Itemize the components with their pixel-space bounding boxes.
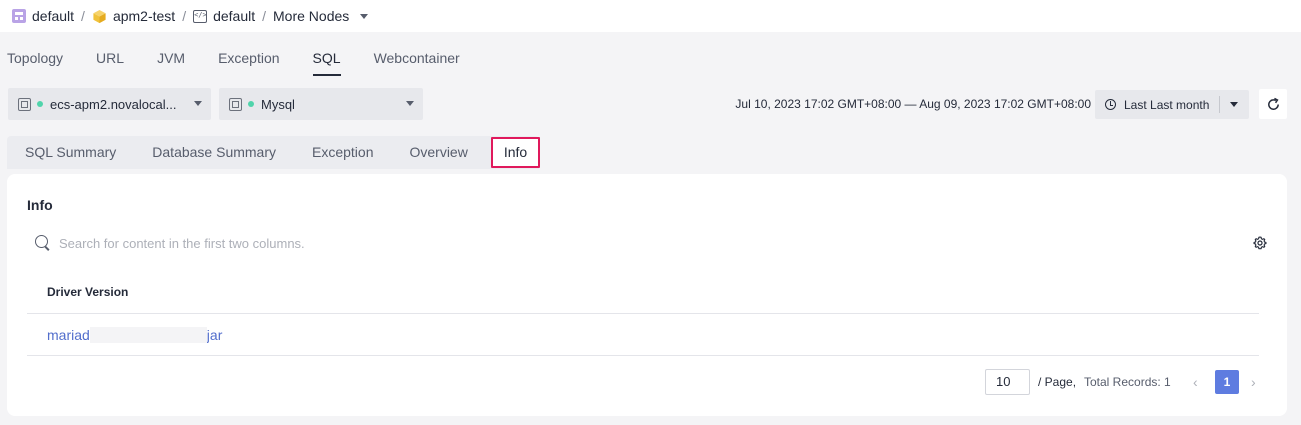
info-panel: Info Driver Version mariad jar 10 / Page,…: [7, 174, 1287, 416]
instance-select-value: ecs-apm2.novalocal...: [50, 96, 177, 112]
subtab-exception[interactable]: Exception: [294, 136, 391, 169]
clock-icon: [1105, 99, 1116, 110]
prev-page-icon[interactable]: ‹: [1193, 375, 1198, 389]
instance-icon: [18, 97, 31, 111]
database-select[interactable]: Mysql: [219, 88, 423, 120]
breadcrumb-component[interactable]: apm2-test: [92, 8, 175, 24]
subtab-overview[interactable]: Overview: [391, 136, 485, 169]
time-preset-label: Last Last month: [1124, 97, 1210, 112]
app-grid-icon: [12, 9, 26, 23]
code-window-icon: </>: [193, 9, 208, 23]
divider: [27, 313, 1259, 314]
breadcrumb-environment[interactable]: </> default: [193, 8, 255, 24]
chevron-down-icon: [406, 101, 414, 106]
subtab-info[interactable]: Info: [490, 137, 541, 168]
driver-version-end[interactable]: jar: [207, 327, 223, 343]
main-tabs: Topology URL JVM Exception SQL Webcontai…: [7, 50, 493, 76]
status-dot: [37, 101, 43, 107]
tab-sql[interactable]: SQL: [312, 50, 341, 76]
search-input[interactable]: [59, 232, 659, 254]
more-nodes-label[interactable]: More Nodes: [273, 8, 349, 24]
redaction-block: [90, 327, 207, 343]
gear-icon[interactable]: [1253, 236, 1267, 250]
breadcrumb-component-label[interactable]: apm2-test: [113, 8, 175, 24]
panel-title: Info: [27, 197, 53, 213]
database-icon: [229, 97, 242, 111]
next-page-icon[interactable]: ›: [1251, 375, 1256, 389]
chevron-down-icon: [360, 13, 369, 19]
driver-version-start[interactable]: mariad: [47, 327, 90, 343]
chevron-down-icon: [194, 101, 202, 106]
page-size-input[interactable]: 10: [985, 369, 1030, 395]
tab-url[interactable]: URL: [96, 50, 124, 75]
tab-exception[interactable]: Exception: [218, 50, 279, 75]
breadcrumb-environment-label[interactable]: default: [213, 8, 255, 24]
time-range-text: Jul 10, 2023 17:02 GMT+08:00 — Aug 09, 2…: [735, 97, 1091, 111]
divider: [1219, 96, 1220, 113]
breadcrumb-separator: /: [182, 8, 187, 24]
breadcrumb-app[interactable]: default: [12, 8, 74, 24]
database-select-value: Mysql: [261, 96, 295, 112]
chevron-down-icon[interactable]: [1230, 102, 1238, 107]
column-header-driver-version: Driver Version: [47, 285, 129, 299]
tab-topology[interactable]: Topology: [7, 50, 63, 75]
refresh-button[interactable]: [1259, 89, 1287, 119]
subtab-sql-summary[interactable]: SQL Summary: [7, 136, 134, 169]
tab-jvm[interactable]: JVM: [157, 50, 185, 75]
subtab-database-summary[interactable]: Database Summary: [134, 136, 294, 169]
breadcrumb: default / apm2-test / </> default / More…: [0, 0, 1301, 32]
breadcrumb-separator: /: [262, 8, 267, 24]
tab-webcontainer[interactable]: Webcontainer: [374, 50, 460, 75]
status-dot: [248, 101, 254, 107]
time-range-picker[interactable]: Last Last month: [1095, 90, 1249, 119]
more-nodes-dropdown[interactable]: More Nodes: [273, 8, 369, 24]
divider: [27, 355, 1259, 356]
breadcrumb-app-label[interactable]: default: [32, 8, 74, 24]
sub-tabs: SQL Summary Database Summary Exception O…: [7, 136, 1287, 169]
search-icon: [35, 235, 48, 248]
breadcrumb-separator: /: [81, 8, 85, 24]
page-size-label: / Page,: [1038, 375, 1077, 389]
instance-select[interactable]: ecs-apm2.novalocal...: [8, 88, 211, 120]
refresh-icon: [1267, 97, 1279, 110]
page-number-button[interactable]: 1: [1215, 370, 1239, 394]
total-records: Total Records: 1: [1084, 375, 1171, 389]
cube-icon: [93, 9, 106, 23]
